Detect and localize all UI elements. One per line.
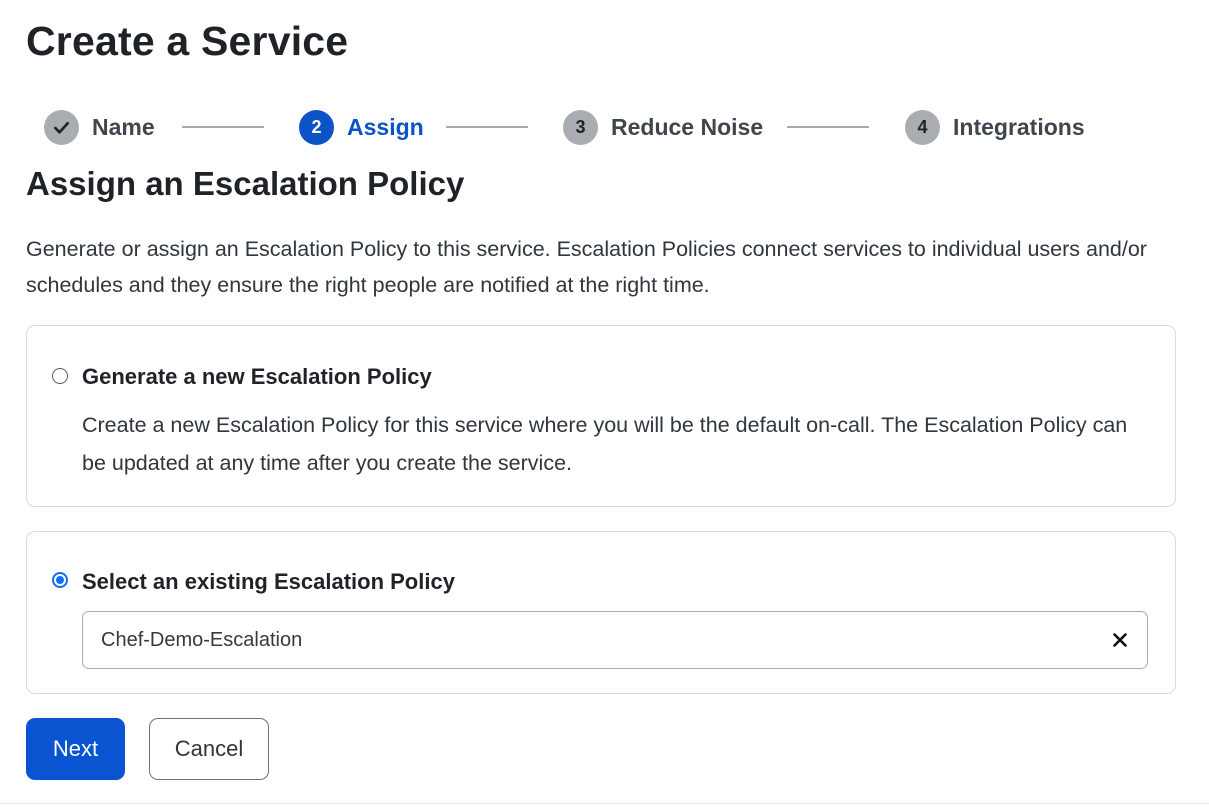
step-connector: [446, 126, 528, 128]
footer-divider: [0, 803, 1209, 804]
section-description: Generate or assign an Escalation Policy …: [26, 237, 1147, 297]
generate-policy-card[interactable]: Generate a new Escalation Policy Create …: [26, 325, 1176, 507]
stepper: Name 2 Assign 3 Reduce Noise 4 Integrati…: [44, 108, 1164, 146]
existing-policy-title[interactable]: Select an existing Escalation Policy: [82, 569, 455, 595]
existing-policy-radio[interactable]: [52, 572, 68, 588]
next-button[interactable]: Next: [26, 718, 125, 780]
existing-policy-card[interactable]: Select an existing Escalation Policy Che…: [26, 531, 1176, 694]
step-number-badge: 4: [905, 109, 940, 145]
generate-policy-description: Create a new Escalation Policy for this …: [82, 413, 1128, 475]
step-number-badge: 2: [299, 109, 334, 145]
step-connector: [182, 126, 264, 128]
page-title: Create a Service: [26, 18, 349, 64]
check-icon: [44, 109, 79, 145]
step-number-badge: 3: [563, 109, 598, 145]
step-reduce-noise[interactable]: 3 Reduce Noise: [563, 108, 763, 146]
step-label: Name: [92, 113, 155, 140]
step-label: Reduce Noise: [611, 113, 764, 140]
section-title: Assign an Escalation Policy: [26, 165, 465, 202]
generate-policy-radio[interactable]: [52, 368, 68, 384]
step-connector: [787, 126, 869, 128]
step-label: Assign: [347, 113, 424, 140]
selected-policy-value: Chef-Demo-Escalation: [101, 628, 303, 651]
close-icon[interactable]: [1111, 631, 1129, 649]
step-assign[interactable]: 2 Assign: [299, 108, 424, 146]
step-label: Integrations: [953, 113, 1085, 140]
escalation-policy-select[interactable]: Chef-Demo-Escalation: [82, 611, 1148, 669]
cancel-button[interactable]: Cancel: [149, 718, 269, 780]
step-integrations[interactable]: 4 Integrations: [905, 108, 1085, 146]
generate-policy-title[interactable]: Generate a new Escalation Policy: [82, 364, 432, 390]
step-name[interactable]: Name: [44, 108, 155, 146]
